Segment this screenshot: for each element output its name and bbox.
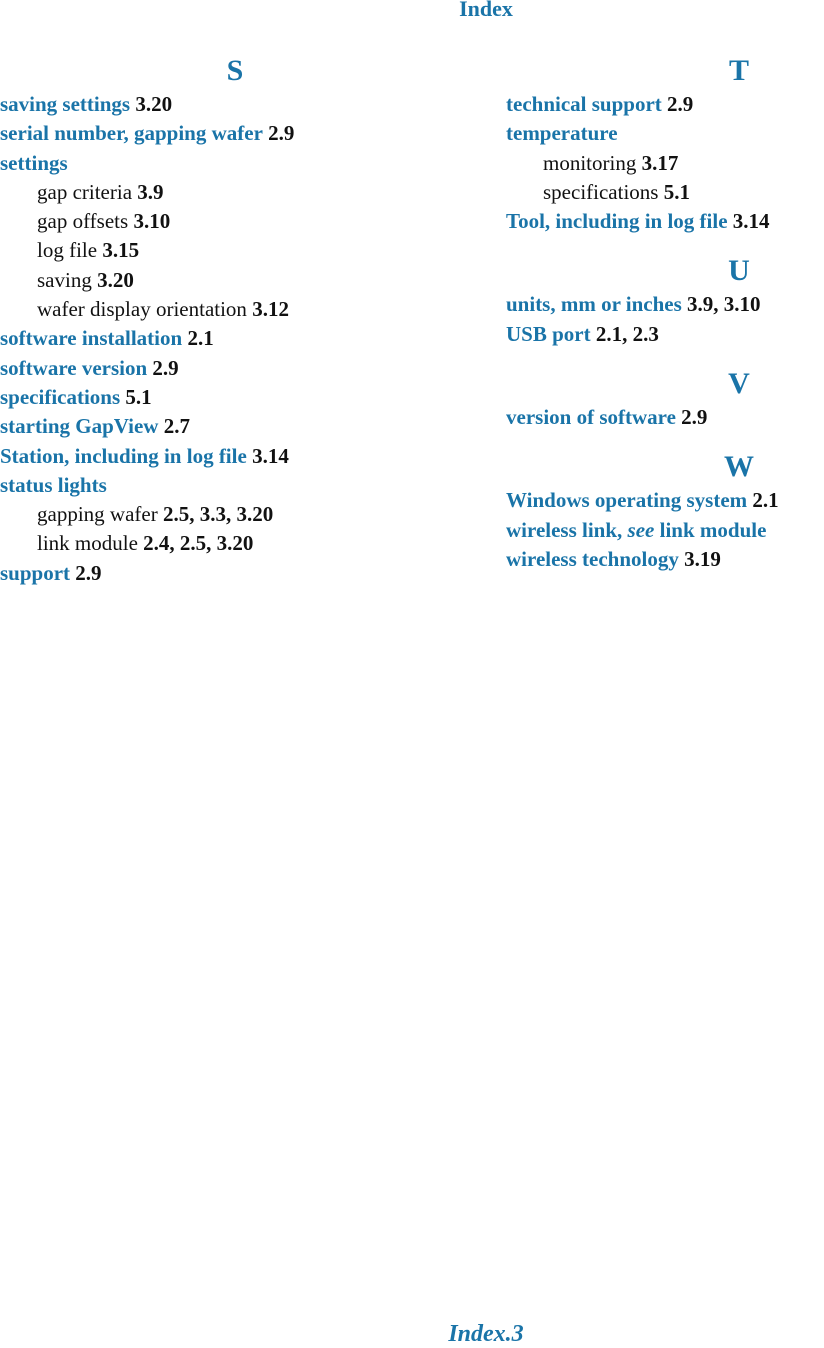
index-entry: support 2.9	[0, 559, 470, 588]
index-entry: technical support 2.9	[506, 90, 824, 119]
index-entry: Windows operating system 2.1	[506, 486, 824, 515]
entry-term[interactable]: software installation	[0, 326, 182, 350]
index-entry: temperature	[506, 119, 824, 148]
entry-term[interactable]: technical support	[506, 92, 662, 116]
page-references[interactable]: 2.1	[187, 326, 213, 350]
entry-term[interactable]: version of software	[506, 405, 676, 429]
section-u-entries: units, mm or inches 3.9, 3.10 USB port 2.…	[506, 290, 824, 349]
entry-term[interactable]: wireless technology	[506, 547, 679, 571]
entry-term[interactable]: Tool, including in log file	[506, 209, 728, 233]
page-number-footer: Index.3	[448, 1321, 524, 1347]
index-entry: version of software 2.9	[506, 403, 824, 432]
index-subentry: monitoring 3.17	[506, 149, 824, 178]
running-header-title: Index	[459, 0, 513, 21]
entry-term[interactable]: Windows operating system	[506, 488, 747, 512]
index-subentry: gap offsets 3.10	[0, 207, 470, 236]
subentry-term[interactable]: wafer display orientation	[37, 297, 247, 321]
entry-term[interactable]: saving settings	[0, 92, 130, 116]
page-references[interactable]: 2.7	[164, 414, 190, 438]
index-column-right: T technical support 2.9 temperature monito…	[506, 52, 824, 574]
page-references[interactable]: 3.9, 3.10	[687, 292, 761, 316]
subentry-term[interactable]: link module	[37, 531, 138, 555]
section-t-entries: technical support 2.9 temperature monitori…	[506, 90, 824, 236]
page-references[interactable]: 2.5, 3.3, 3.20	[163, 502, 273, 526]
section-letter-v: V	[728, 367, 750, 401]
index-entry: serial number, gapping wafer 2.9	[0, 119, 470, 148]
index-entry: software version 2.9	[0, 354, 470, 383]
page-references[interactable]: 3.20	[97, 268, 134, 292]
page-references[interactable]: 3.19	[684, 547, 721, 571]
see-reference-label: see	[627, 517, 655, 542]
section-letter-s: S	[226, 54, 244, 87]
subentry-term[interactable]: saving	[37, 268, 92, 292]
entry-term[interactable]: serial number, gapping wafer	[0, 121, 263, 145]
subentry-term[interactable]: gap offsets	[37, 209, 128, 233]
index-entry: USB port 2.1, 2.3	[506, 320, 824, 349]
page-references[interactable]: 3.12	[252, 297, 289, 321]
page-references[interactable]: 2.9	[152, 356, 178, 380]
page-references[interactable]: 2.9	[268, 121, 294, 145]
entry-term[interactable]: support	[0, 561, 70, 585]
entry-term[interactable]: status lights	[0, 473, 107, 497]
section-v-entries: version of software 2.9	[506, 403, 824, 432]
index-entry: saving settings 3.20	[0, 90, 470, 119]
page-references[interactable]: 5.1	[125, 385, 151, 409]
subentry-term[interactable]: gap criteria	[37, 180, 132, 204]
page-references[interactable]: 2.9	[681, 405, 707, 429]
index-subentry: gapping wafer 2.5, 3.3, 3.20	[0, 500, 470, 529]
page-references[interactable]: 2.4, 2.5, 3.20	[143, 531, 253, 555]
index-entry: specifications 5.1	[0, 383, 470, 412]
subentry-term[interactable]: gapping wafer	[37, 502, 158, 526]
page-references[interactable]: 3.10	[133, 209, 170, 233]
page-references[interactable]: 2.9	[667, 92, 693, 116]
page-references[interactable]: 3.20	[135, 92, 172, 116]
subentry-term[interactable]: monitoring	[543, 151, 636, 175]
entry-term[interactable]: settings	[0, 151, 68, 175]
entry-term[interactable]: wireless link,	[506, 518, 622, 542]
see-reference-target[interactable]: link module	[660, 518, 767, 542]
page-references[interactable]: 3.17	[642, 151, 679, 175]
index-subentry: log file 3.15	[0, 236, 470, 265]
section-s-entries: saving settings 3.20 serial number, gappi…	[0, 90, 470, 588]
index-subentry: wafer display orientation 3.12	[0, 295, 470, 324]
index-entry: Tool, including in log file 3.14	[506, 207, 824, 236]
index-entry: Station, including in log file 3.14	[0, 442, 470, 471]
index-subentry: specifications 5.1	[506, 178, 824, 207]
entry-term[interactable]: units, mm or inches	[506, 292, 682, 316]
index-entry: starting GapView 2.7	[0, 412, 470, 441]
index-entry: settings	[0, 149, 470, 178]
index-entry: wireless link, see link module	[506, 516, 824, 545]
entry-term[interactable]: software version	[0, 356, 147, 380]
subentry-term[interactable]: log file	[37, 238, 97, 262]
page-references[interactable]: 2.1, 2.3	[596, 322, 659, 346]
page-references[interactable]: 5.1	[664, 180, 690, 204]
index-entry: status lights	[0, 471, 470, 500]
entry-term[interactable]: USB port	[506, 322, 591, 346]
index-entry: wireless technology 3.19	[506, 545, 824, 574]
index-subentry: link module 2.4, 2.5, 3.20	[0, 529, 470, 558]
section-w-entries: Windows operating system 2.1 wireless lin…	[506, 486, 824, 574]
index-entry: software installation 2.1	[0, 324, 470, 353]
entry-term[interactable]: starting GapView	[0, 414, 158, 438]
entry-term[interactable]: Station, including in log file	[0, 444, 247, 468]
page-references[interactable]: 3.15	[102, 238, 139, 262]
subentry-term[interactable]: specifications	[543, 180, 658, 204]
entry-term[interactable]: temperature	[506, 121, 618, 145]
section-letter-u: U	[728, 254, 750, 288]
index-subentry: gap criteria 3.9	[0, 178, 470, 207]
index-column-left: S saving settings 3.20 serial number, gap…	[0, 52, 470, 588]
section-letter-w: W	[724, 450, 754, 484]
section-letter-t: T	[728, 54, 749, 87]
page-references[interactable]: 2.1	[752, 488, 778, 512]
page-references[interactable]: 3.14	[252, 444, 289, 468]
index-entry: units, mm or inches 3.9, 3.10	[506, 290, 824, 319]
page-references[interactable]: 2.9	[75, 561, 101, 585]
page-references[interactable]: 3.14	[733, 209, 770, 233]
index-subentry: saving 3.20	[0, 266, 470, 295]
page-references[interactable]: 3.9	[137, 180, 163, 204]
entry-term[interactable]: specifications	[0, 385, 120, 409]
